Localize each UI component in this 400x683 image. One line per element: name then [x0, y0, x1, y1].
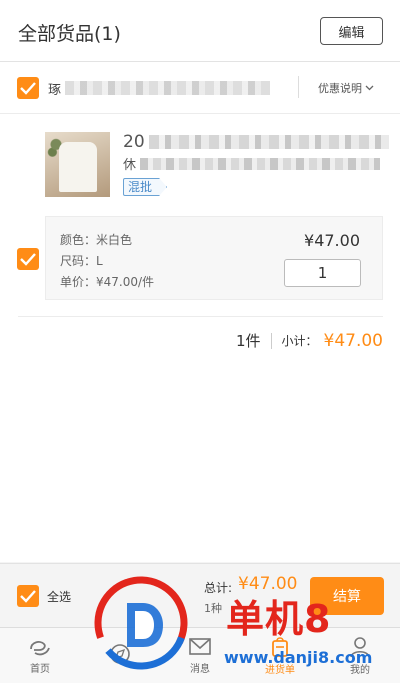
divider [18, 316, 383, 317]
check-icon [20, 82, 36, 95]
subtotal-value: ¥47.00 [323, 330, 383, 351]
sku-size: 尺码：L [60, 254, 103, 268]
select-all-label[interactable]: 全选 [47, 588, 71, 605]
item-checkbox[interactable] [17, 248, 39, 270]
check-icon [20, 590, 36, 603]
shop-name[interactable]: 琢 [48, 79, 271, 98]
subtotal-label: 小计： [281, 334, 318, 348]
product-title[interactable]: 20 [123, 132, 389, 152]
summary-separator [270, 332, 272, 349]
chevron-down-icon [365, 85, 374, 91]
shop-row: 琢 优惠说明 [0, 62, 400, 114]
promo-link[interactable]: 优惠说明 [318, 80, 374, 96]
select-all-checkbox[interactable] [17, 585, 39, 607]
shop-checkbox[interactable] [17, 77, 39, 99]
page-title: 全部货品(1) [18, 23, 121, 45]
header: 全部货品(1) 编辑 [0, 0, 400, 62]
promo-label: 优惠说明 [318, 82, 362, 95]
item-count: 1件 [235, 332, 261, 350]
sku-unit-price: 单价：¥47.00/件 [60, 275, 155, 289]
product-subtitle: 休 [123, 154, 381, 173]
shop-divider [298, 76, 299, 98]
shop-name-blurred [65, 81, 271, 95]
sku-price: ¥47.00 [304, 231, 360, 250]
sku-color: 颜色：米白色 [60, 233, 133, 247]
sku-box: 颜色：米白色 尺码：L 单价：¥47.00/件 ¥47.00 1 [45, 216, 383, 300]
tab-home[interactable]: 首页 [0, 628, 80, 683]
item-summary: 1件 小计： ¥47.00 [236, 330, 383, 351]
shop-name-text: 琢 [48, 82, 62, 98]
message-icon [189, 637, 211, 655]
home-icon [30, 640, 50, 655]
watermark-url: www.danji8.com [224, 648, 373, 667]
product-title-blurred [148, 135, 389, 149]
product-image[interactable] [45, 132, 110, 197]
cart-card: 琢 优惠说明 20 休 混批 颜色：米白色 尺码：L 单价：¥47.00/件 ¥… [0, 62, 400, 562]
product-subtitle-blurred [140, 157, 381, 170]
kinds-count: 1种 [204, 602, 222, 615]
watermark-text: 单机8 [226, 597, 332, 641]
watermark-logo [94, 576, 188, 670]
mixed-batch-tag: 混批 [123, 178, 168, 196]
quantity-input[interactable]: 1 [284, 259, 361, 287]
check-icon [20, 253, 36, 266]
checkout-bar: 全选 总计: ¥47.00 1种 结算 [0, 563, 400, 627]
edit-button[interactable]: 编辑 [320, 17, 383, 45]
